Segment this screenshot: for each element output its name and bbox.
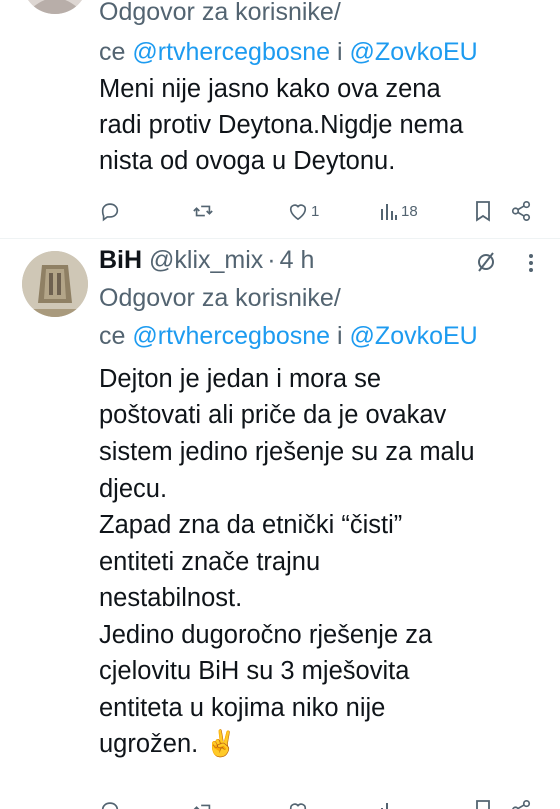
tweet-text-line: nestabilnost. — [99, 584, 243, 612]
reply-prefix: Odgovor za korisnike/ — [99, 0, 341, 26]
tweet-text-line: Jedino dugoročno rješenje za — [99, 621, 433, 649]
reply-button[interactable] — [99, 196, 121, 226]
and-word: i — [337, 38, 343, 66]
tweet-text-line: Dejton je jedan i mora se — [99, 365, 382, 393]
like-count: 1 — [311, 202, 320, 220]
tweet-text-line: nista od ovoga u Deytonu. — [99, 147, 396, 175]
reply-context: Odgovor za korisnike/ — [99, 283, 341, 313]
share-icon — [510, 200, 532, 222]
avatar[interactable] — [22, 251, 88, 317]
reply-button[interactable] — [99, 795, 121, 809]
tweet-text-line: djecu. — [99, 475, 168, 503]
views-icon — [380, 201, 398, 221]
reply-icon — [99, 200, 121, 222]
tweet-text-line: poštovati ali priče da je ovakav — [99, 401, 447, 429]
bookmark-button[interactable] — [474, 196, 492, 226]
mention-link[interactable]: @ZovkoEU — [350, 322, 478, 350]
tweet-text-line: entiteti znače trajnu — [99, 548, 321, 576]
reply-prefix-suffix: ce — [99, 38, 126, 66]
avatar[interactable] — [22, 0, 88, 14]
reply-context: Odgovor za korisnike/ — [99, 0, 341, 27]
views-button[interactable]: 18 — [380, 196, 418, 226]
share-button[interactable] — [510, 795, 532, 809]
tweet-text-line: entiteta u kojima niko nije — [99, 694, 386, 722]
tweet-text-line: ugrožen. ✌ — [99, 730, 238, 758]
like-button[interactable]: 1 — [287, 196, 319, 226]
tweet-text-line: Meni nije jasno kako ova zena — [99, 75, 441, 103]
tweet-text-line: radi protiv Deytona.Nigdje nema — [99, 111, 464, 139]
retweet-button[interactable] — [191, 795, 215, 809]
mention-link[interactable]: @ZovkoEU — [350, 38, 478, 66]
timestamp[interactable]: 4 h — [280, 246, 315, 274]
views-button[interactable] — [380, 795, 398, 809]
display-name[interactable]: BiH — [99, 246, 142, 274]
reply-context-mentions: ce @rtvhercegbosne i @ZovkoEU — [99, 321, 478, 351]
tweet-header: BiH @klix_mix · 4 h — [99, 245, 314, 275]
retweet-icon — [191, 200, 215, 222]
bookmark-button[interactable] — [474, 795, 492, 809]
mention-link[interactable]: @rtvhercegbosne — [132, 322, 330, 350]
like-button[interactable] — [287, 795, 309, 809]
reply-prefix-suffix: ce — [99, 322, 126, 350]
tweet-actions — [99, 795, 544, 809]
mention-link[interactable]: @rtvhercegbosne — [132, 38, 330, 66]
view-count: 18 — [401, 202, 418, 220]
separator-dot: · — [267, 246, 276, 274]
tweet-actions: 1 18 — [99, 196, 544, 226]
bookmark-icon — [474, 200, 492, 222]
user-handle[interactable]: @klix_mix — [149, 246, 263, 274]
more-icon[interactable] — [528, 252, 534, 279]
tweet-2[interactable]: BiH @klix_mix · 4 h Odgovor za korisnike/ … — [0, 239, 560, 809]
retweet-button[interactable] — [191, 196, 215, 226]
and-word: i — [337, 322, 343, 350]
tweet-1[interactable]: Odgovor za korisnike/ ce @rtvhercegbosne… — [0, 0, 560, 238]
tweet-text-line: Zapad zna da etnički “čisti” — [99, 511, 403, 539]
grok-icon[interactable] — [474, 250, 498, 279]
heart-icon — [287, 201, 309, 221]
tweet-text-line: sistem jedino rješenje su za malu — [99, 438, 475, 466]
reply-prefix: Odgovor za korisnike/ — [99, 284, 341, 312]
tweet-text-line: cjelovitu BiH su 3 mješovita — [99, 657, 410, 685]
share-button[interactable] — [510, 196, 532, 226]
reply-context-mentions: ce @rtvhercegbosne i @ZovkoEU — [99, 37, 478, 67]
